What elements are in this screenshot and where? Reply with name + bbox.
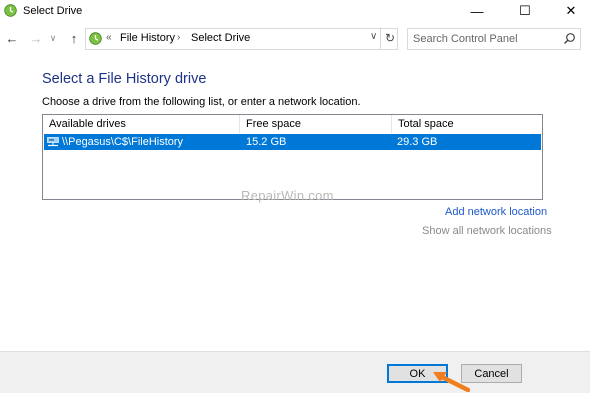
chevron-down-icon: ∨	[49, 32, 57, 43]
search-input[interactable]	[413, 31, 553, 46]
list-header: Available drives Free space Total space	[43, 115, 542, 133]
maximize-button[interactable]: ☐	[502, 0, 548, 22]
column-header-free-space[interactable]: Free space	[240, 115, 392, 133]
up-arrow-icon: ↑	[70, 30, 78, 46]
page-heading: Select a File History drive	[42, 71, 207, 87]
close-icon: ✕	[565, 3, 577, 18]
refresh-icon: ↻	[384, 31, 396, 45]
back-button[interactable]: ←	[3, 29, 21, 47]
refresh-button[interactable]: ↻	[380, 27, 399, 49]
file-history-icon	[89, 32, 102, 45]
drive-free-space: 15.2 GB	[246, 136, 287, 148]
network-drive-icon	[47, 137, 59, 147]
search-icon[interactable]	[563, 32, 576, 45]
watermark: RepairWin.com	[241, 188, 334, 203]
breadcrumb-file-history[interactable]: File History	[120, 32, 175, 44]
cancel-button[interactable]: Cancel	[461, 364, 522, 383]
address-bar[interactable]: « File History › Select Drive ∨	[85, 28, 398, 50]
column-header-total-space[interactable]: Total space	[392, 115, 542, 133]
window-title: Select Drive	[23, 5, 83, 17]
breadcrumb-select-drive[interactable]: Select Drive	[191, 32, 250, 44]
minimize-icon: —	[470, 3, 484, 19]
drive-path: \\Pegasus\C$\FileHistory	[62, 136, 184, 148]
address-dropdown-icon[interactable]: ∨	[370, 31, 377, 42]
column-header-available-drives[interactable]: Available drives	[43, 115, 240, 133]
annotation-arrow-icon	[433, 372, 470, 392]
maximize-icon: ☐	[519, 3, 531, 18]
drive-total-space: 29.3 GB	[397, 136, 438, 148]
back-arrow-icon: ←	[5, 30, 19, 46]
show-all-network-locations-link[interactable]: Show all network locations	[422, 225, 552, 237]
title-bar: Select Drive — ☐ ✕	[0, 0, 590, 24]
forward-button[interactable]: →	[27, 29, 45, 47]
instruction-text: Choose a drive from the following list, …	[42, 96, 361, 108]
overflow-chevron-icon[interactable]: «	[106, 32, 112, 43]
recent-locations-button[interactable]: ∨	[47, 29, 59, 47]
close-button[interactable]: ✕	[548, 0, 590, 22]
breadcrumb-separator-icon[interactable]: ›	[177, 32, 180, 43]
file-history-icon	[4, 4, 17, 17]
up-button[interactable]: ↑	[65, 29, 83, 47]
minimize-button[interactable]: —	[454, 0, 500, 22]
search-box	[407, 28, 581, 50]
add-network-location-link[interactable]: Add network location	[445, 206, 547, 218]
forward-arrow-icon: →	[29, 30, 43, 46]
drive-row-selected[interactable]: \\Pegasus\C$\FileHistory 15.2 GB 29.3 GB	[44, 134, 541, 150]
dialog-footer: OK Cancel	[0, 351, 590, 393]
